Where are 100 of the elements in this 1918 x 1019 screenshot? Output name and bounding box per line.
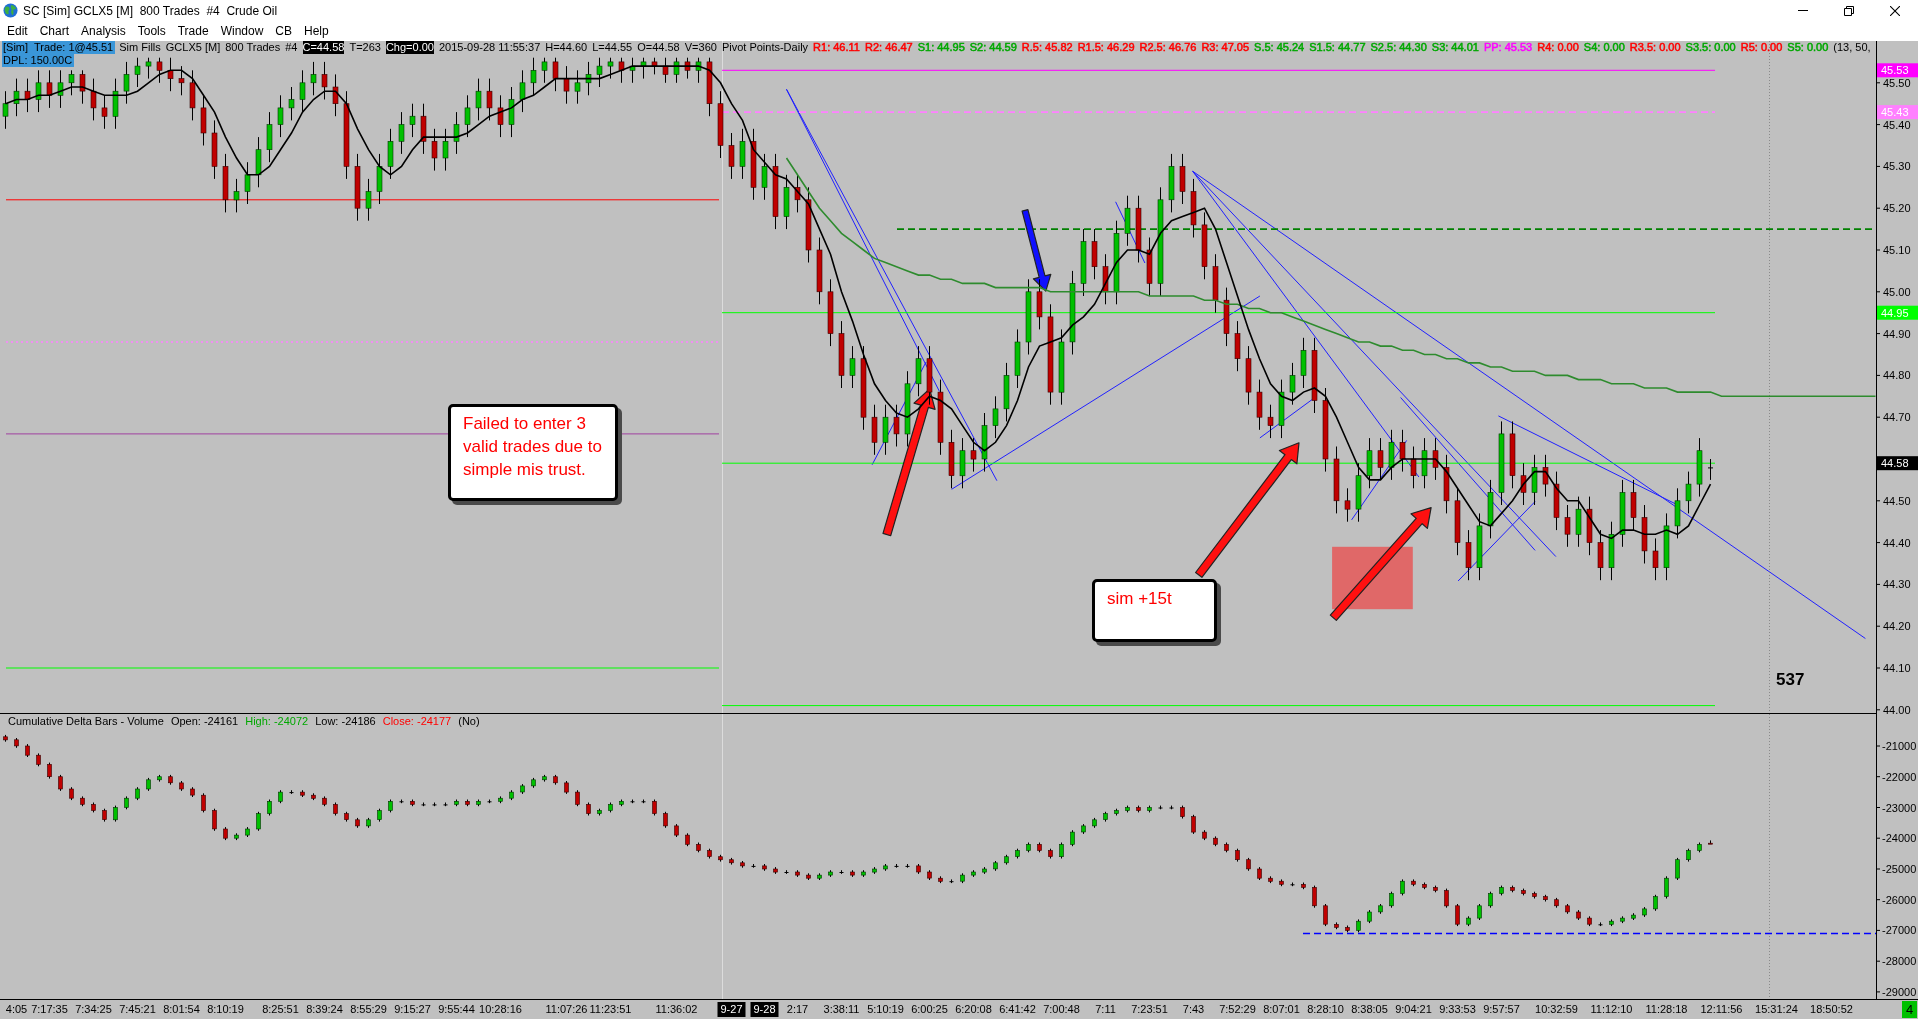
axis-label: 45.30 [1883, 160, 1911, 173]
axis-label: 7:23:51 [1131, 1003, 1168, 1015]
pivot-level: R2: 46.47 [864, 41, 913, 54]
pivot-level: S5: 0.00 [1787, 41, 1829, 54]
chart-readout: (13, 50, [1833, 41, 1871, 54]
axis-label: 7:34:25 [75, 1003, 112, 1015]
axis-label: 3:38:11 [823, 1003, 860, 1015]
pivot-level: R3: 47.05 [1201, 41, 1250, 54]
axis-label: 9:33:53 [1439, 1003, 1476, 1015]
axis-label: 44.20 [1883, 620, 1911, 633]
axis-label: 11:07:26 [545, 1003, 588, 1015]
axis-label: -28000 [1882, 955, 1917, 968]
account-readout: DPL: 150.00C [2, 54, 75, 67]
axis-label: 12:11:56 [1700, 1003, 1743, 1015]
axis-label: 8:07:01 [1263, 1003, 1300, 1015]
axis-label: 8:55:29 [350, 1003, 387, 1015]
axis-label: 7:11 [1095, 1003, 1116, 1015]
chart-readout: Chg=0.00 [385, 41, 434, 54]
axis-label: 4:05 [5, 1003, 28, 1015]
pivot-level: S1.5: 44.77 [1309, 41, 1366, 54]
axis-label: 7:52:29 [1219, 1003, 1256, 1015]
pane-readout: Low: -24186 [315, 715, 376, 728]
price-tag: 44.95 [1877, 305, 1918, 320]
price-tag: 44.58 [1877, 456, 1918, 471]
chart-readout: 2015-09-28 11:55:37 [438, 41, 541, 54]
pivot-level: PP: 45.53 [1483, 41, 1533, 54]
axis-label: 8:28:10 [1307, 1003, 1344, 1015]
chart-readout: H=44.60 [545, 41, 588, 54]
pivot-level: S1: 44.95 [917, 41, 965, 54]
pane-readout: High: -24072 [245, 715, 309, 728]
axis-label: -22000 [1882, 770, 1917, 783]
chart-readout: 800 Trades [225, 41, 281, 54]
axis-label: 6:00:25 [911, 1003, 948, 1015]
date-label: 9-28 [750, 1002, 779, 1017]
chart-readout: GCLX5 [M] [165, 41, 221, 54]
axis-label: 8:25:51 [262, 1003, 299, 1015]
axis-label: -25000 [1882, 863, 1917, 875]
axis-label: 44.40 [1883, 536, 1911, 549]
axis-label: 44.00 [1883, 703, 1911, 714]
axis-label: 7:45:21 [119, 1003, 156, 1015]
pivot-level: R1: 46.11 [813, 41, 860, 54]
chart-readout: L=44.55 [592, 41, 633, 54]
pivot-level: S4: 0.00 [1583, 41, 1625, 54]
pivot-level: S2: 44.59 [969, 41, 1017, 54]
axis-label: 7:43 [1182, 1003, 1205, 1015]
axis-label: 5:10:19 [867, 1003, 904, 1015]
axis-label: 9:57:57 [1483, 1003, 1520, 1015]
pivot-level: R3.5: 0.00 [1629, 41, 1681, 54]
axis-label: 45.00 [1883, 285, 1911, 298]
axis-label: 9:04:21 [1395, 1003, 1432, 1015]
chart-readout: O=44.58 [637, 41, 680, 54]
axis-label: 44.70 [1883, 411, 1911, 424]
price-tag: 45.43 [1877, 105, 1918, 120]
date-label: 9-27 [717, 1002, 746, 1017]
axis-label: -29000 [1882, 985, 1917, 998]
axis-label: 44.80 [1883, 369, 1911, 382]
pane-readout: Close: -24177 [382, 715, 452, 728]
chart-readout: Pivot Points-Daily [721, 41, 809, 54]
axis-label: 11:36:02 [655, 1003, 698, 1015]
axis-label: 7:00:48 [1043, 1003, 1080, 1015]
axis-label: 11:12:10 [1590, 1003, 1633, 1015]
chart-readout: V=360 [684, 41, 717, 54]
axis-label: 8:01:54 [163, 1003, 200, 1015]
pivot-level: R5: 0.00 [1740, 41, 1783, 54]
pivot-level: S.5: 45.24 [1254, 41, 1305, 54]
axis-label: 10:28:16 [479, 1003, 522, 1015]
pivot-level: R4: 0.00 [1537, 41, 1579, 54]
axis-label: 45.20 [1883, 202, 1911, 215]
axis-label: 44.10 [1883, 662, 1911, 674]
axis-label: -26000 [1882, 893, 1917, 906]
price-tag: 45.53 [1877, 63, 1918, 78]
axis-label: -24000 [1882, 832, 1917, 845]
pivot-level: R1.5: 46.29 [1077, 41, 1135, 54]
axis-label: 9:15:27 [394, 1003, 431, 1015]
pivot-level: R2.5: 46.76 [1139, 41, 1197, 54]
axis-label: 6:41:42 [999, 1003, 1036, 1015]
axis-label: 6:20:08 [955, 1003, 992, 1015]
pivot-level: S3: 44.01 [1431, 41, 1479, 54]
chart-note-label: 537 [1776, 670, 1805, 690]
axis-label: 8:39:24 [306, 1003, 343, 1015]
chart-readout: T=263 [349, 41, 381, 54]
axis-label: 45.10 [1883, 244, 1911, 256]
chart-readout: C=44.58 [302, 41, 345, 54]
axis-label: 8:38:05 [1351, 1003, 1388, 1015]
pivot-level: S2.5: 44.30 [1370, 41, 1427, 54]
count-indicator: 4 [1902, 1001, 1917, 1018]
axis-label: 15:31:24 [1755, 1003, 1798, 1015]
axis-label: 45.50 [1883, 76, 1911, 89]
axis-label: -23000 [1882, 801, 1917, 814]
chart-readout: #4 [285, 41, 298, 54]
pivot-level: R.5: 45.82 [1021, 41, 1073, 54]
axis-label: 45.40 [1883, 118, 1911, 131]
axis-label: 44.90 [1883, 327, 1911, 340]
axis-label: 8:10:19 [207, 1003, 244, 1015]
axis-label: -27000 [1882, 924, 1917, 937]
account-readout: [Sim] Trade: 1@45.51 [2, 41, 116, 54]
chart-readout: Sim Fills [119, 41, 161, 54]
axis-label: 10:32:59 [1535, 1003, 1578, 1015]
pivot-level: S3.5: 0.00 [1685, 41, 1736, 54]
axis-label: 2:17 [786, 1003, 809, 1015]
